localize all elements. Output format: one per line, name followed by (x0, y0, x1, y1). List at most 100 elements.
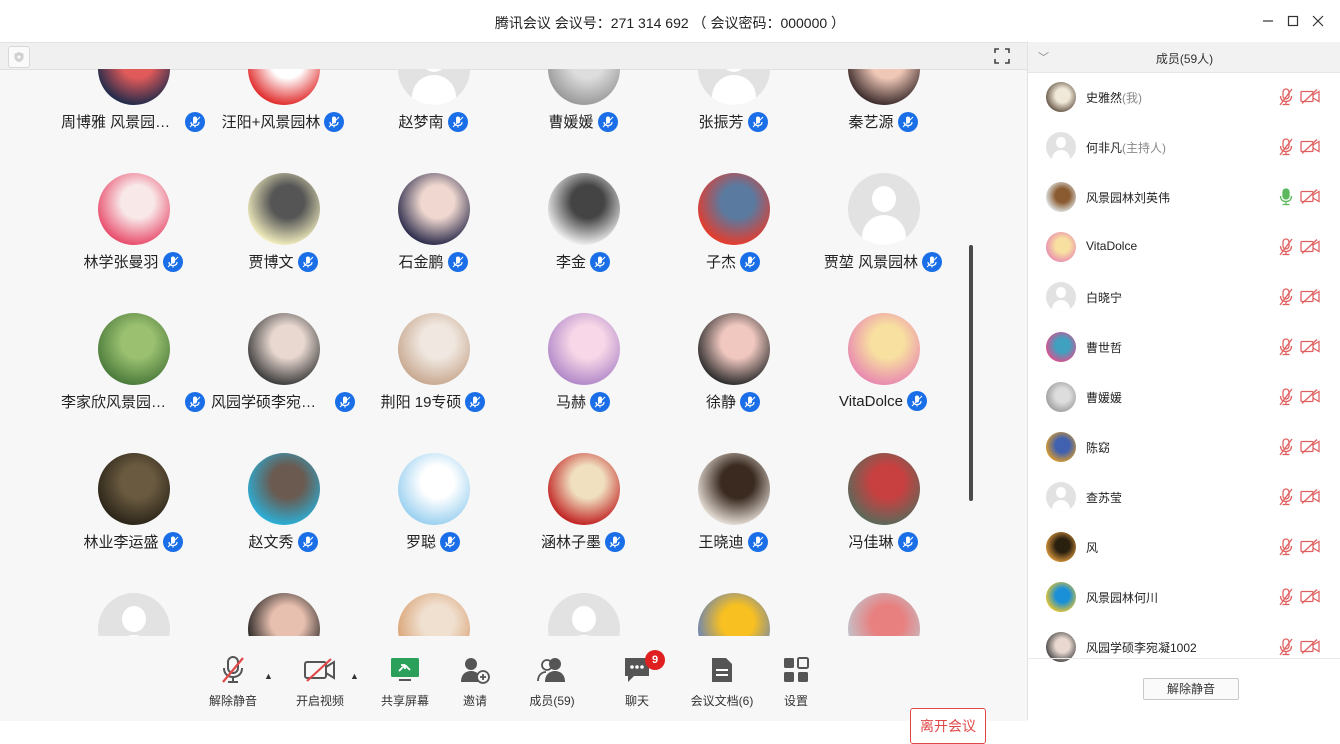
participant-tile[interactable]: 李家欣风景园林专硕 (58, 283, 208, 423)
camera-off-icon[interactable] (1300, 339, 1320, 359)
participant-tile[interactable]: 徐静 (658, 283, 808, 423)
mic-on-icon[interactable] (1278, 188, 1294, 211)
settings-button[interactable]: 设置 (756, 654, 836, 709)
members-button[interactable]: 成员(59) (512, 654, 592, 709)
participant-tile[interactable]: 石金鹏 (358, 143, 508, 283)
participant-tile[interactable] (508, 563, 658, 636)
invite-button[interactable]: 邀请 (435, 654, 515, 709)
participant-tile[interactable]: 贾堃 风景园林 (808, 143, 958, 283)
member-row[interactable]: VitaDolce (1028, 222, 1340, 272)
fullscreen-button[interactable] (993, 47, 1011, 65)
participant-tile[interactable]: 秦艺源 (808, 69, 958, 143)
participant-grid-viewport[interactable]: 周博雅 风景园林专硕 汪阳+风景园林 赵梦南 曹媛媛 张振芳 秦艺源林学张曼羽 贾博文 石金鹏… (0, 69, 1027, 636)
camera-off-icon[interactable] (1300, 389, 1320, 409)
camera-off-icon[interactable] (1300, 539, 1320, 559)
participant-tile[interactable]: 赵梦南 (358, 69, 508, 143)
maximize-button[interactable] (1281, 9, 1305, 33)
participant-label: 子杰 (658, 251, 808, 272)
leave-meeting-button[interactable]: 离开会议 (910, 708, 986, 744)
meeting-docs-button[interactable]: 会议文档(6) (682, 654, 762, 709)
member-row[interactable]: 风景园林刘英伟 (1028, 172, 1340, 222)
member-row[interactable]: 风 (1028, 522, 1340, 572)
share-screen-button[interactable]: 共享屏幕 (365, 654, 445, 709)
participant-tile[interactable]: 马赫 (508, 283, 658, 423)
audio-options-caret-icon[interactable]: ▲ (264, 671, 273, 681)
participant-avatar (98, 453, 170, 525)
grid-scrollbar[interactable] (969, 245, 973, 501)
mic-muted-icon[interactable] (1278, 438, 1294, 461)
member-name-text: 曹世哲 (1086, 341, 1123, 355)
member-row[interactable]: 何非凡(主持人) (1028, 122, 1340, 172)
close-button[interactable] (1306, 9, 1330, 33)
mic-muted-icon[interactable] (1278, 488, 1294, 511)
camera-off-icon[interactable] (1300, 89, 1320, 109)
member-row[interactable]: 曹世哲 (1028, 322, 1340, 372)
member-name-text: 白晓宁 (1086, 291, 1123, 305)
camera-off-icon[interactable] (1300, 289, 1320, 309)
participant-tile[interactable]: 赵文秀 (208, 423, 358, 563)
participant-tile[interactable]: 贾博文 (208, 143, 358, 283)
participant-tile[interactable]: 涵林子墨 (508, 423, 658, 563)
participant-tile[interactable]: 曹媛媛 (508, 69, 658, 143)
participant-tile[interactable]: 汪阳+风景园林 (208, 69, 358, 143)
member-row[interactable]: 陈窈 (1028, 422, 1340, 472)
member-avatar (1046, 282, 1076, 312)
unmute-all-button[interactable]: 解除静音 (1143, 678, 1239, 700)
participant-tile[interactable]: 罗聪 (358, 423, 508, 563)
mic-muted-badge-icon (162, 531, 183, 552)
participant-tile[interactable] (358, 563, 508, 636)
member-row[interactable]: 白晓宁 (1028, 272, 1340, 322)
camera-off-icon[interactable] (1300, 489, 1320, 509)
camera-off-icon[interactable] (1300, 589, 1320, 609)
camera-off-icon[interactable] (1300, 439, 1320, 459)
participant-name: 风园学硕李宛凝1002 (211, 394, 331, 411)
mic-muted-icon[interactable] (1278, 88, 1294, 111)
chat-button[interactable]: 9 聊天 (597, 650, 677, 709)
camera-off-icon[interactable] (1300, 639, 1320, 659)
member-avatar (1046, 332, 1076, 362)
participant-tile[interactable]: VitaDolce (808, 283, 958, 423)
member-row[interactable]: 查苏莹 (1028, 472, 1340, 522)
participant-tile[interactable] (658, 563, 808, 636)
member-row[interactable]: 风景园林何川 (1028, 572, 1340, 622)
member-row[interactable]: 曹媛媛 (1028, 372, 1340, 422)
participant-label: 涵林子墨 (508, 531, 658, 552)
participant-tile[interactable]: 王晓迪 (658, 423, 808, 563)
start-video-label: 开启视频 (295, 694, 344, 708)
participant-tile[interactable]: 子杰 (658, 143, 808, 283)
mic-muted-icon[interactable] (1278, 588, 1294, 611)
mic-muted-icon[interactable] (1278, 388, 1294, 411)
mic-muted-icon[interactable] (1278, 538, 1294, 561)
member-row[interactable]: 史雅然(我) (1028, 72, 1340, 122)
participant-tile[interactable]: 李金 (508, 143, 658, 283)
camera-off-icon[interactable] (1300, 189, 1320, 209)
mic-muted-icon[interactable] (1278, 138, 1294, 161)
participant-tile[interactable] (58, 563, 208, 636)
mic-muted-icon[interactable] (1278, 288, 1294, 311)
participant-tile[interactable]: 周博雅 风景园林专硕 (58, 69, 208, 143)
participant-tile[interactable]: 荆阳 19专硕 (358, 283, 508, 423)
participant-tile[interactable]: 风园学硕李宛凝1002 (208, 283, 358, 423)
video-options-caret-icon[interactable]: ▲ (350, 671, 359, 681)
participant-tile[interactable]: 林学张曼羽 (58, 143, 208, 283)
camera-off-icon[interactable] (1300, 139, 1320, 159)
participant-tile[interactable]: 张振芳 (658, 69, 808, 143)
minimize-button[interactable] (1256, 9, 1280, 33)
participant-avatar (98, 593, 170, 636)
start-video-button[interactable]: 开启视频 (280, 654, 360, 709)
participant-avatar (848, 69, 920, 105)
participant-tile[interactable] (808, 563, 958, 636)
participant-label: 王晓迪 (658, 531, 808, 552)
mic-muted-icon[interactable] (1278, 338, 1294, 361)
invite-label: 邀请 (462, 694, 487, 708)
unmute-button[interactable]: 解除静音 (193, 654, 273, 709)
security-shield-icon[interactable] (8, 46, 30, 68)
participant-name: 罗聪 (405, 534, 436, 551)
participant-tile[interactable] (208, 563, 358, 636)
camera-off-icon[interactable] (1300, 239, 1320, 259)
participant-tile[interactable]: 林业李运盛 (58, 423, 208, 563)
mic-muted-badge-icon (590, 251, 610, 272)
mic-muted-icon[interactable] (1278, 238, 1294, 261)
participant-tile[interactable]: 冯佳琳 (808, 423, 958, 563)
member-row[interactable]: 风园学硕李宛凝1002 (1028, 622, 1340, 672)
